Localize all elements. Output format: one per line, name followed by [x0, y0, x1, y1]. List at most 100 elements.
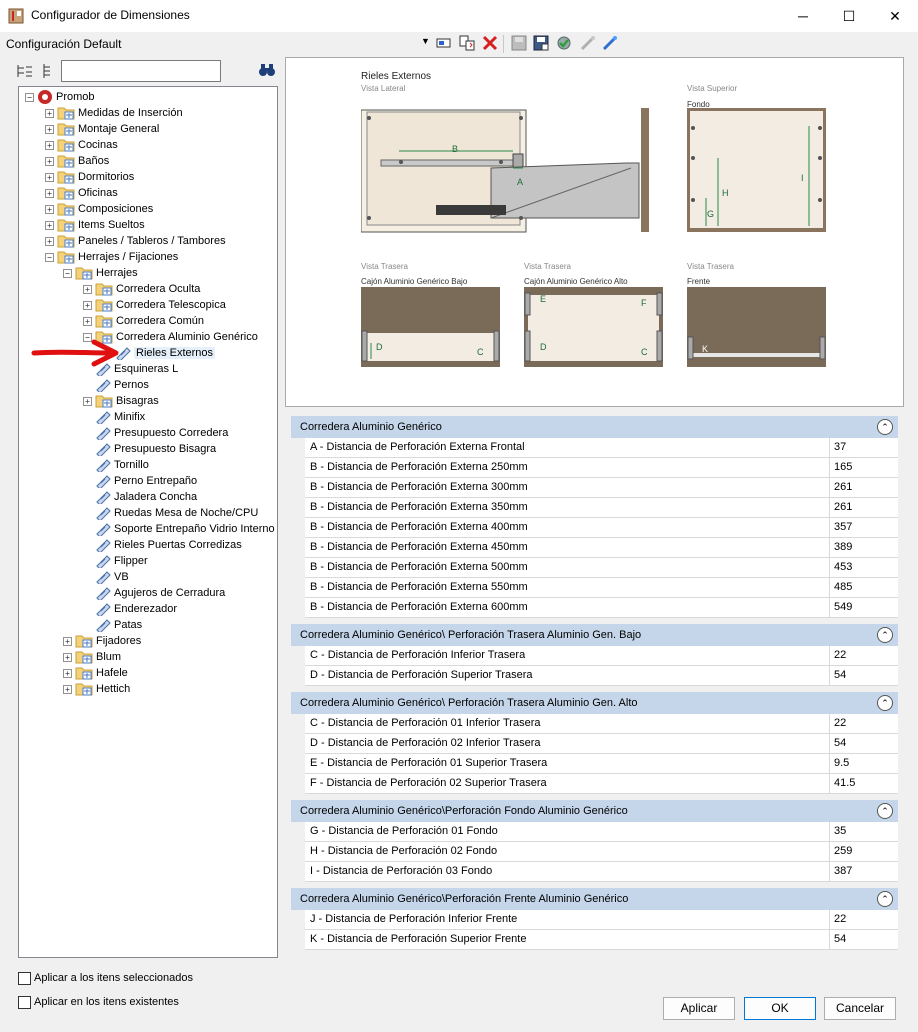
tree-node[interactable]: Rieles Puertas Corredizas — [83, 537, 242, 553]
expand-icon[interactable]: + — [83, 396, 92, 406]
collapse-icon[interactable]: − — [63, 268, 72, 278]
property-row[interactable]: C - Distancia de Perforación Inferior Tr… — [305, 646, 898, 666]
property-value-field[interactable]: 41.5 — [830, 774, 898, 793]
collapse-section-icon[interactable]: ⌃ — [877, 891, 893, 907]
copy-icon[interactable] — [458, 34, 476, 52]
cancel-button[interactable]: Cancelar — [824, 997, 896, 1020]
tree-node[interactable]: + Montaje General — [45, 121, 159, 137]
tree-node[interactable]: Presupuesto Corredera — [83, 425, 228, 441]
property-row[interactable]: B - Distancia de Perforación Externa 550… — [305, 578, 898, 598]
expand-icon[interactable]: + — [45, 220, 54, 230]
config-selector[interactable]: Configuración Default — [6, 37, 121, 51]
section-header[interactable]: Corredera Aluminio Genérico ⌃ — [291, 416, 898, 438]
property-value-field[interactable]: 54 — [830, 930, 898, 949]
expand-icon[interactable]: + — [63, 684, 72, 694]
tree-node[interactable]: Enderezador — [83, 601, 177, 617]
tree-node[interactable]: + Corredera Común — [83, 313, 204, 329]
close-button[interactable]: ✕ — [872, 0, 918, 32]
property-row[interactable]: B - Distancia de Perforación Externa 400… — [305, 518, 898, 538]
tree-node[interactable]: + Items Sueltos — [45, 217, 145, 233]
expand-icon[interactable]: + — [83, 284, 92, 294]
tree-node[interactable]: Soporte Entrepaño Vidrio Interno — [83, 521, 275, 537]
property-row[interactable]: I - Distancia de Perforación 03 Fondo 387 — [305, 862, 898, 882]
property-row[interactable]: B - Distancia de Perforación Externa 600… — [305, 598, 898, 618]
property-row[interactable]: D - Distancia de Perforación Superior Tr… — [305, 666, 898, 686]
property-row[interactable]: E - Distancia de Perforación 01 Superior… — [305, 754, 898, 774]
property-value-field[interactable]: 22 — [830, 714, 898, 733]
property-value-field[interactable]: 261 — [830, 478, 898, 497]
tree-node[interactable]: + Baños — [45, 153, 109, 169]
expand-icon[interactable]: + — [45, 172, 54, 182]
property-value-field[interactable]: 165 — [830, 458, 898, 477]
collapse-icon[interactable]: − — [25, 92, 34, 102]
property-value-field[interactable]: 54 — [830, 734, 898, 753]
tree-node[interactable]: Jaladera Concha — [83, 489, 197, 505]
property-value-field[interactable]: 389 — [830, 538, 898, 557]
property-value-field[interactable]: 357 — [830, 518, 898, 537]
property-row[interactable]: B - Distancia de Perforación Externa 300… — [305, 478, 898, 498]
expand-icon[interactable]: + — [45, 156, 54, 166]
tree-node[interactable]: + Paneles / Tableros / Tambores — [45, 233, 226, 249]
property-row[interactable]: B - Distancia de Perforación Externa 350… — [305, 498, 898, 518]
tree-node[interactable]: + Hafele — [63, 665, 128, 681]
expand-icon[interactable]: + — [63, 636, 72, 646]
tree-node[interactable]: + Bisagras — [83, 393, 159, 409]
tree-node[interactable]: Minifix — [83, 409, 145, 425]
tree-node[interactable]: Agujeros de Cerradura — [83, 585, 225, 601]
collapse-section-icon[interactable]: ⌃ — [877, 803, 893, 819]
tree-node[interactable]: + Corredera Oculta — [83, 281, 200, 297]
expand-icon[interactable]: + — [45, 188, 54, 198]
tree-node[interactable]: Pernos — [83, 377, 149, 393]
tree-node[interactable]: Patas — [83, 617, 142, 633]
tree-search-input[interactable] — [61, 60, 221, 82]
tree-node[interactable]: + Blum — [63, 649, 121, 665]
tree-node[interactable]: Presupuesto Bisagra — [83, 441, 216, 457]
tree-node[interactable]: − Herrajes — [63, 265, 138, 281]
import-icon[interactable] — [579, 34, 597, 52]
expand-icon[interactable]: + — [63, 652, 72, 662]
section-header[interactable]: Corredera Aluminio Genérico\Perforación … — [291, 888, 898, 910]
apply-existing-checkbox[interactable] — [18, 996, 31, 1009]
property-value-field[interactable]: 259 — [830, 842, 898, 861]
save-as-icon[interactable] — [532, 34, 550, 52]
collapse-icon[interactable]: − — [45, 252, 54, 262]
tree-node[interactable]: + Fijadores — [63, 633, 141, 649]
property-value-field[interactable]: 549 — [830, 598, 898, 617]
collapse-tree-icon[interactable] — [40, 63, 54, 79]
property-value-field[interactable]: 9.5 — [830, 754, 898, 773]
tree-node[interactable]: + Corredera Telescopica — [83, 297, 226, 313]
property-value-field[interactable]: 387 — [830, 862, 898, 881]
expand-icon[interactable]: + — [45, 140, 54, 150]
rename-icon[interactable] — [435, 34, 453, 52]
tree-node[interactable]: + Composiciones — [45, 201, 153, 217]
maximize-button[interactable]: ☐ — [826, 0, 872, 32]
property-row[interactable]: B - Distancia de Perforación Externa 250… — [305, 458, 898, 478]
property-value-field[interactable]: 37 — [830, 438, 898, 457]
expand-tree-icon[interactable] — [16, 63, 34, 79]
expand-icon[interactable]: + — [83, 300, 92, 310]
expand-icon[interactable]: + — [63, 668, 72, 678]
tree-node[interactable]: + Oficinas — [45, 185, 118, 201]
property-row[interactable]: D - Distancia de Perforación 02 Inferior… — [305, 734, 898, 754]
property-row[interactable]: H - Distancia de Perforación 02 Fondo 259 — [305, 842, 898, 862]
export-icon[interactable] — [601, 34, 619, 52]
apply-button[interactable]: Aplicar — [663, 997, 735, 1020]
save-icon[interactable] — [510, 34, 528, 52]
tree-node[interactable]: − Promob — [25, 89, 95, 105]
collapse-section-icon[interactable]: ⌃ — [877, 419, 893, 435]
tree-node[interactable]: − Herrajes / Fijaciones — [45, 249, 178, 265]
expand-icon[interactable]: + — [45, 236, 54, 246]
property-row[interactable]: A - Distancia de Perforación Externa Fro… — [305, 438, 898, 458]
tree-node[interactable]: Flipper — [83, 553, 148, 569]
property-row[interactable]: C - Distancia de Perforación 01 Inferior… — [305, 714, 898, 734]
property-row[interactable]: K - Distancia de Perforación Superior Fr… — [305, 930, 898, 950]
property-value-field[interactable]: 22 — [830, 910, 898, 929]
property-value-field[interactable]: 453 — [830, 558, 898, 577]
property-row[interactable]: B - Distancia de Perforación Externa 450… — [305, 538, 898, 558]
property-value-field[interactable]: 35 — [830, 822, 898, 841]
tree-node[interactable]: + Hettich — [63, 681, 130, 697]
expand-icon[interactable]: + — [45, 204, 54, 214]
section-header[interactable]: Corredera Aluminio Genérico\ Perforación… — [291, 692, 898, 714]
expand-icon[interactable]: + — [83, 316, 92, 326]
property-value-field[interactable]: 485 — [830, 578, 898, 597]
